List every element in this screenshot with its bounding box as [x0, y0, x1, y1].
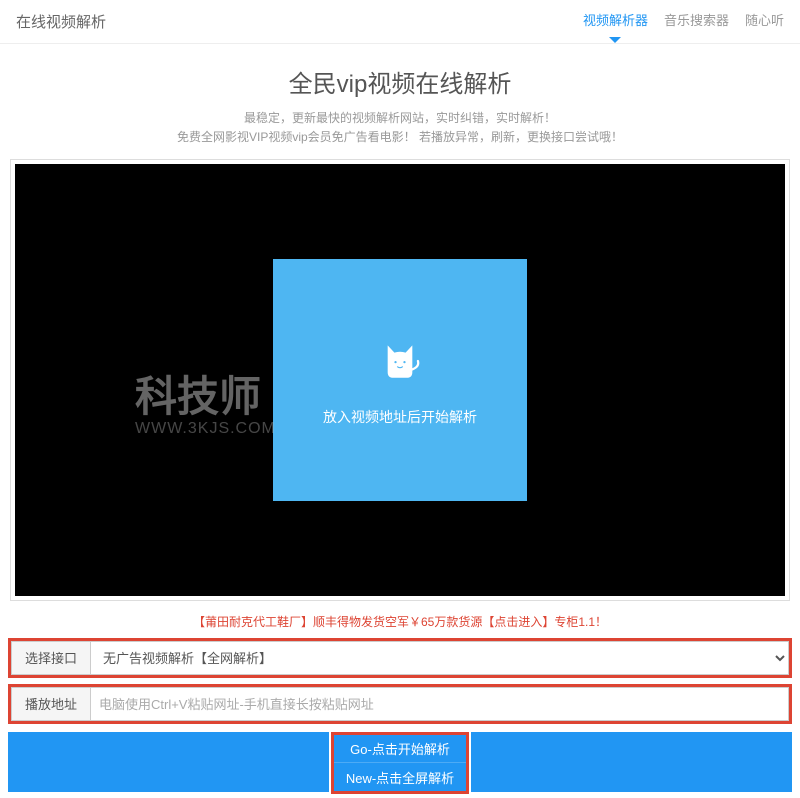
promo-text[interactable]: 【莆田耐克代工鞋厂】顺丰得物发货空军￥65万款货源【点击进入】专柜1.1！ — [0, 613, 800, 630]
header-title: 在线视频解析 — [16, 11, 106, 32]
video-player[interactable]: 放入视频地址后开始解析 科技师 WWW.3KJS.COM — [15, 164, 785, 596]
player-placeholder: 放入视频地址后开始解析 — [273, 259, 527, 501]
btn-new[interactable]: New-点击全屏解析 — [334, 763, 466, 791]
cat-icon — [372, 333, 428, 389]
subtitle-1: 最稳定，更新最快的视频解析网站，实时纠错，实时解析！ — [0, 109, 800, 128]
interface-row: 选择接口 无广告视频解析【全网解析】 — [8, 638, 792, 678]
interface-select[interactable]: 无广告视频解析【全网解析】 — [91, 641, 789, 675]
main-title: 全民vip视频在线解析 — [0, 64, 800, 99]
address-label: 播放地址 — [11, 687, 91, 721]
btn-left[interactable] — [8, 732, 329, 792]
watermark-sub: WWW.3KJS.COM — [135, 420, 276, 438]
subtitle-2: 免费全网影视VIP视频vip会员免广告看电影！ 若播放异常，刷新，更换接口尝试哦… — [0, 128, 800, 147]
nav-item-music[interactable]: 音乐搜索器 — [664, 10, 729, 33]
address-row: 播放地址 — [8, 684, 792, 724]
header: 在线视频解析 视频解析器 音乐搜索器 随心听 — [0, 0, 800, 44]
nav-item-parser[interactable]: 视频解析器 — [583, 10, 648, 33]
interface-label: 选择接口 — [11, 641, 91, 675]
address-input[interactable] — [91, 687, 789, 721]
button-row: Go-点击开始解析 New-点击全屏解析 — [8, 732, 792, 794]
nav-item-listen[interactable]: 随心听 — [745, 10, 784, 33]
player-hint: 放入视频地址后开始解析 — [323, 407, 477, 427]
btn-right[interactable] — [471, 732, 792, 792]
watermark-main: 科技师 — [135, 376, 261, 418]
btn-go[interactable]: Go-点击开始解析 — [334, 735, 466, 763]
nav: 视频解析器 音乐搜索器 随心听 — [583, 10, 784, 33]
btn-center-wrap: Go-点击开始解析 New-点击全屏解析 — [331, 732, 469, 794]
video-container: 放入视频地址后开始解析 科技师 WWW.3KJS.COM — [10, 159, 790, 601]
